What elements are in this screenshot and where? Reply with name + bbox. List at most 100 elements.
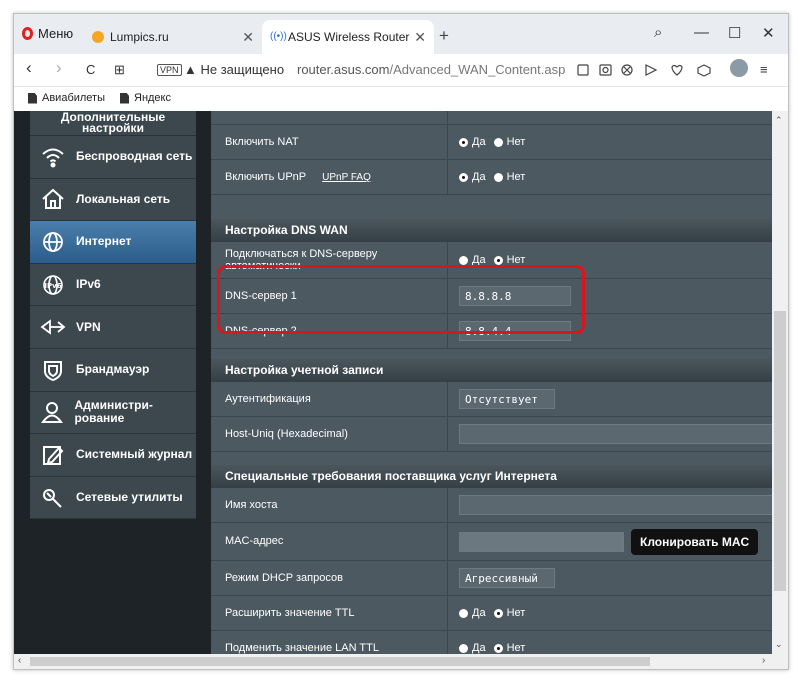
column-divider	[447, 631, 448, 654]
bookmark-yandex[interactable]: Яндекс	[120, 92, 171, 104]
nat-yes-radio[interactable]: Да	[459, 136, 486, 148]
bookmark-aviabilety[interactable]: Авиабилеты	[28, 92, 105, 104]
account-section-header: Настройка учетной записи	[211, 359, 772, 382]
radio-label: Нет	[506, 642, 526, 654]
auth-select[interactable]: Отсутствует	[459, 389, 555, 409]
sidebar-item-label: Сетевые утилиты	[76, 490, 183, 505]
isp-section-header: Специальные требования поставщика услуг …	[211, 465, 772, 488]
hostname-value-cell	[459, 488, 772, 522]
sidebar-item-lan[interactable]: Локальная сеть	[30, 179, 196, 222]
dhcp-row: Режим DHCP запросов Агрессивный	[211, 561, 772, 596]
column-divider	[447, 596, 448, 630]
scroll-left-icon[interactable]: ‹	[18, 655, 21, 666]
wan-settings-panel: Включить NAT Да Нет Включить UPnP UPnP FA…	[211, 111, 772, 654]
clone-mac-button[interactable]: Клонировать MAC	[631, 529, 759, 555]
back-button[interactable]: ‹	[26, 58, 32, 78]
search-icon[interactable]: ⌕	[654, 24, 662, 41]
radio-label: Нет	[506, 171, 526, 183]
nat-no-radio[interactable]: Нет	[493, 136, 526, 148]
column-divider	[447, 160, 448, 194]
new-tab-button[interactable]: +	[439, 26, 449, 46]
scroll-right-icon[interactable]: ›	[762, 655, 765, 666]
ttl-row: Расширить значение TTL Да Нет	[211, 596, 772, 631]
auth-value-cell: Отсутствует	[459, 382, 555, 416]
radio-icon	[459, 255, 468, 265]
forward-button[interactable]: ›	[56, 58, 62, 78]
lan-ttl-options: Да Нет	[459, 631, 533, 654]
radio-selected-icon	[493, 643, 503, 653]
easy-setup-icon[interactable]: ≡	[760, 62, 768, 77]
tab-close-icon[interactable]: ✕	[242, 29, 254, 46]
upnp-faq-link[interactable]: UPnP FAQ	[322, 172, 371, 183]
reload-button[interactable]: C	[86, 62, 95, 77]
upnp-label: Включить UPnP	[225, 171, 307, 183]
globe-icon	[38, 229, 68, 255]
vpn-badge[interactable]: VPN	[157, 64, 182, 76]
hostname-input[interactable]	[459, 495, 772, 515]
radio-label: Да	[472, 607, 486, 619]
radio-label: Нет	[506, 136, 526, 148]
bookmarks-bar: Авиабилеты Яндекс	[14, 87, 788, 110]
url-host: router.asus.com	[297, 62, 390, 77]
document-icon	[120, 92, 129, 104]
host-uniq-input[interactable]	[459, 424, 772, 444]
speed-dial-icon[interactable]: ⊞	[114, 62, 125, 78]
mac-row: MAC-адрес Клонировать MAC	[211, 523, 772, 561]
vertical-scrollbar[interactable]: ⌃ ⌄	[772, 111, 788, 654]
column-divider	[447, 488, 448, 522]
sidebar-item-wireless[interactable]: Беспроводная сеть	[30, 136, 196, 179]
scroll-down-icon[interactable]: ⌄	[775, 639, 783, 650]
sidebar-item-vpn[interactable]: VPN	[30, 306, 196, 349]
scroll-up-icon[interactable]: ⌃	[775, 115, 783, 126]
security-warning[interactable]: ▲ Не защищено	[184, 62, 284, 77]
hscrollbar-thumb[interactable]	[30, 657, 650, 666]
scrollbar-thumb[interactable]	[774, 311, 786, 591]
avatar[interactable]	[730, 59, 748, 77]
lan-ttl-row: Подменить значение LAN TTL Да Нет	[211, 631, 772, 654]
wifi-icon	[38, 144, 68, 170]
sidebar-item-ipv6[interactable]: IPv6 IPv6	[30, 264, 196, 307]
sidebar-header: Дополнительные настройки	[30, 111, 196, 136]
minimize-button[interactable]: —	[694, 24, 709, 41]
ttl-options: Да Нет	[459, 596, 533, 630]
lan-ttl-no-radio[interactable]: Нет	[493, 642, 526, 654]
radio-label: Да	[472, 136, 486, 148]
sidebar-item-internet[interactable]: Интернет	[30, 221, 196, 264]
radio-label: Нет	[506, 607, 526, 619]
horizontal-scrollbar[interactable]: ‹ ›	[14, 654, 788, 669]
radio-icon	[493, 172, 503, 182]
sidebar-item-label: Интернет	[76, 234, 132, 249]
sidebar-item-tools[interactable]: Сетевые утилиты	[30, 477, 196, 520]
tab-lumpics[interactable]: Lumpics.ru ✕	[84, 20, 262, 54]
sidebar-item-label: VPN	[76, 319, 101, 334]
upnp-no-radio[interactable]: Нет	[493, 171, 526, 183]
close-window-button[interactable]: ✕	[762, 24, 775, 42]
host-uniq-label: Host-Uniq (Hexadecimal)	[225, 428, 348, 440]
opera-menu-button[interactable]: Меню	[22, 26, 73, 41]
log-icon	[38, 442, 68, 468]
tab-asus-router[interactable]: ((•)) ASUS Wireless Router RT-N ✕	[262, 20, 434, 54]
radio-selected-icon	[459, 137, 468, 147]
user-icon	[38, 399, 66, 425]
upnp-yes-radio[interactable]: Да	[459, 171, 486, 183]
sidebar-item-firewall[interactable]: Брандмауэр	[30, 349, 196, 392]
hostname-label: Имя хоста	[225, 499, 278, 511]
maximize-button[interactable]: ☐	[728, 24, 741, 42]
mac-input-blurred[interactable]	[459, 531, 624, 552]
sidebar-item-syslog[interactable]: Системный журнал	[30, 434, 196, 477]
ttl-yes-radio[interactable]: Да	[459, 607, 486, 619]
lan-ttl-yes-radio[interactable]: Да	[459, 642, 486, 654]
sidebar-item-admin[interactable]: Администри-рование	[30, 392, 196, 435]
table-row	[211, 111, 772, 125]
url-field[interactable]: router.asus.com/Advanced_WAN_Content.asp	[297, 62, 565, 77]
home-icon	[38, 186, 68, 212]
sidebar-item-label: Системный журнал	[76, 447, 193, 462]
dhcp-mode-select[interactable]: Агрессивный	[459, 568, 555, 588]
sidebar-item-label: Локальная сеть	[76, 191, 171, 206]
ttl-no-radio[interactable]: Нет	[493, 607, 526, 619]
menu-label: Меню	[38, 26, 74, 41]
svg-text:IPv6: IPv6	[44, 282, 61, 290]
ttl-label: Расширить значение TTL	[225, 607, 355, 619]
tab-close-icon[interactable]: ✕	[414, 29, 426, 46]
radio-icon	[459, 608, 468, 618]
